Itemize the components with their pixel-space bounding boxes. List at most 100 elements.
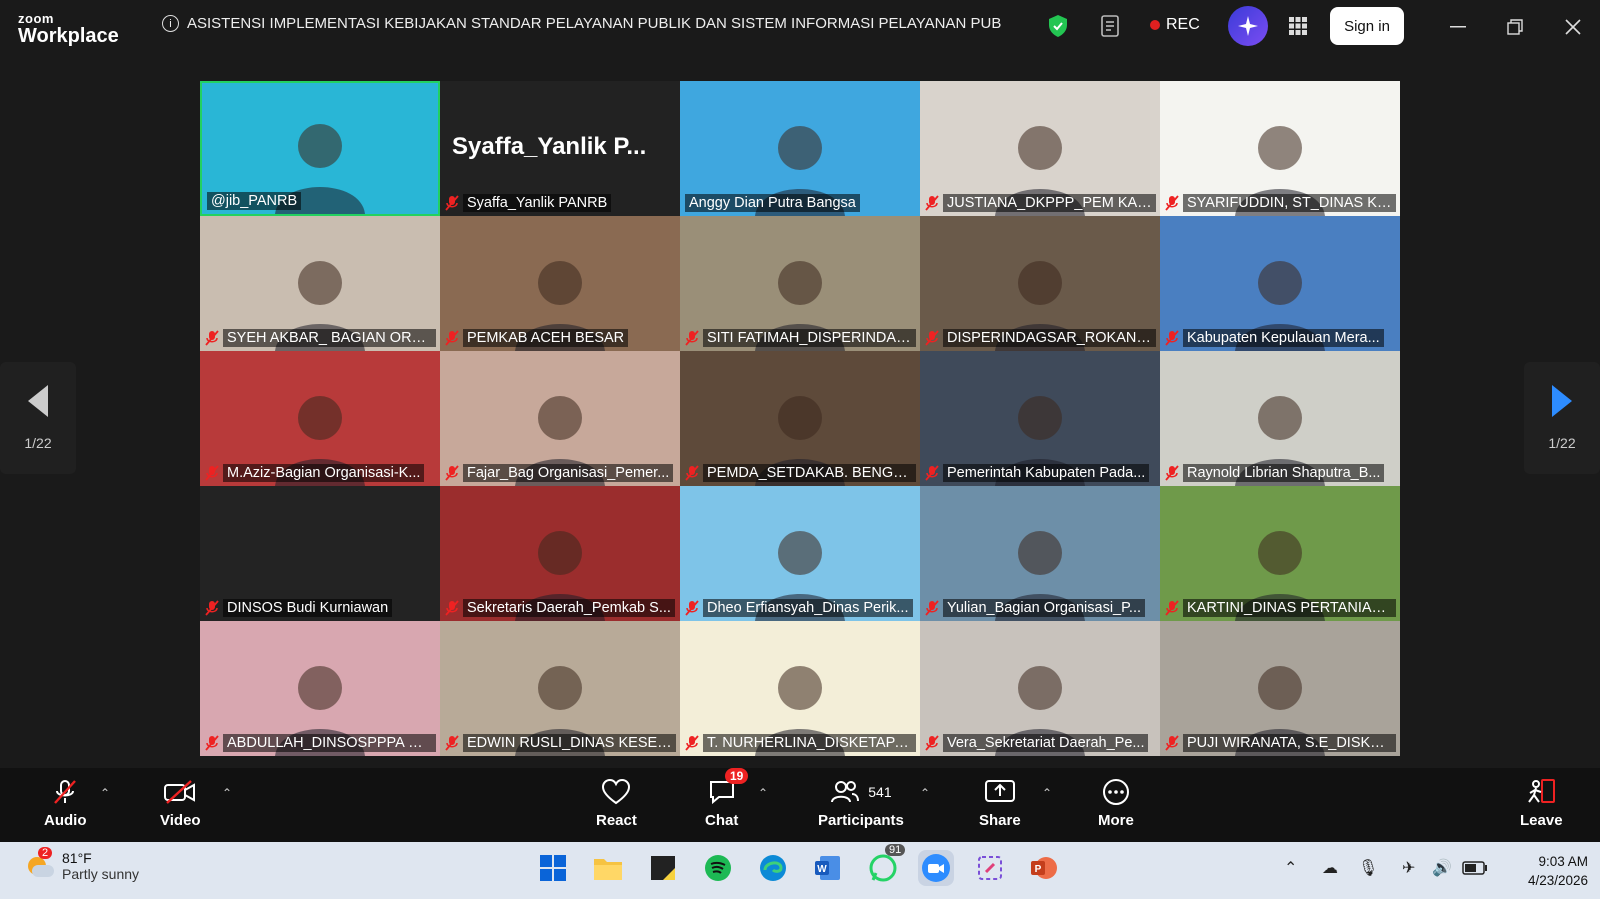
participant-tile[interactable]: SYEH AKBAR_ BAGIAN ORG... [200,216,440,351]
system-clock[interactable]: 9:03 AM 4/23/2026 [1508,852,1588,890]
participant-tile[interactable]: Yulian_Bagian Organisasi_P... [920,486,1160,621]
participant-tile[interactable]: DISPERINDAGSAR_ROKAN H... [920,216,1160,351]
apps-grid-icon[interactable] [1284,12,1312,40]
ai-companion-button[interactable] [1228,6,1268,46]
mic-muted-icon [54,780,77,804]
participant-name-bar: EDWIN RUSLI_DINAS KESEH... [445,734,676,752]
title-bar: zoom Workplace i ASISTENSI IMPLEMENTASI … [0,0,1600,54]
video-options-caret-icon[interactable]: ⌃ [222,786,232,800]
notes-icon[interactable] [1096,12,1124,40]
participant-name: Raynold Librian Shaputra_B... [1183,464,1385,482]
participant-tile[interactable]: EDWIN RUSLI_DINAS KESEH... [440,621,680,756]
audio-options-caret-icon[interactable]: ⌃ [100,786,110,800]
logo-line1: zoom [18,11,54,26]
svg-text:W: W [817,864,827,875]
next-page-button[interactable]: 1/22 [1524,362,1600,474]
page-indicator-right: 1/22 [1548,435,1576,451]
meeting-title-text: ASISTENSI IMPLEMENTASI KEBIJAKAN STANDAR… [187,15,1002,32]
participant-tile[interactable]: JUSTIANA_DKPPP_PEM KAP ... [920,81,1160,216]
whatsapp-icon[interactable]: 91 [865,844,906,886]
participant-name: SYEH AKBAR_ BAGIAN ORG... [223,329,436,347]
participant-tile[interactable]: Anggy Dian Putra Bangsa [680,81,920,216]
sign-in-button[interactable]: Sign in [1330,7,1404,45]
leave-button[interactable]: Leave [1520,778,1563,829]
zoom-taskbar-icon[interactable] [918,850,954,886]
mic-muted-icon [685,330,699,346]
prev-page-button[interactable]: 1/22 [0,362,76,474]
participant-tile[interactable]: PUJI WIRANATA, S.E_DISKOP... [1160,621,1400,756]
participant-tile[interactable]: @jib_PANRB [200,81,440,216]
close-icon[interactable] [1560,14,1586,40]
sparkle-icon [1238,16,1258,36]
participants-options-caret-icon[interactable]: ⌃ [920,786,930,800]
meeting-title[interactable]: i ASISTENSI IMPLEMENTASI KEBIJAKAN STAND… [162,15,1002,32]
react-button[interactable]: React [596,778,637,829]
whatsapp-badge: 91 [885,844,906,856]
participant-tile[interactable]: Syaffa_Yanlik P... Syaffa_Yanlik PANRB [440,81,680,216]
mic-muted-icon [445,195,459,211]
volume-icon[interactable]: 🔊 [1432,858,1452,878]
participant-tile[interactable]: ABDULLAH_DINSOSPPPA KA... [200,621,440,756]
recording-indicator[interactable]: REC [1150,16,1200,34]
participant-tile[interactable]: Raynold Librian Shaputra_B... [1160,351,1400,486]
participant-name: DINSOS Budi Kurniawan [223,599,393,617]
clock-date: 4/23/2026 [1527,873,1588,888]
edge-icon[interactable] [755,850,791,886]
chat-unread-badge: 19 [725,768,749,784]
powerpoint-icon[interactable]: P [1026,850,1062,886]
chat-button[interactable]: Chat [705,778,738,829]
participant-tile[interactable]: Kabupaten Kepulauan Mera... [1160,216,1400,351]
participant-tile[interactable]: Vera_Sekretariat Daerah_Pe... [920,621,1160,756]
participant-tile[interactable]: Pemerintah Kabupaten Pada... [920,351,1160,486]
spotify-icon[interactable] [700,850,736,886]
share-button[interactable]: Share [979,778,1021,829]
logo-line2: Workplace [18,25,119,47]
participant-tile[interactable]: Sekretaris Daerah_Pemkab S... [440,486,680,621]
leave-label: Leave [1520,812,1563,829]
snipping-tool-icon[interactable] [972,850,1008,886]
file-explorer-icon[interactable] [590,850,626,886]
cloud-offline-icon[interactable]: ☁ [1322,858,1338,878]
participant-tile[interactable]: SYARIFUDDIN, ST_DINAS KE... [1160,81,1400,216]
info-icon[interactable]: i [162,15,179,32]
chat-options-caret-icon[interactable]: ⌃ [758,786,768,800]
participant-tile[interactable]: Fajar_Bag Organisasi_Pemer... [440,351,680,486]
participant-tile[interactable]: SITI FATIMAH_DISPERINDAG... [680,216,920,351]
restore-icon[interactable] [1502,14,1528,40]
participant-tile[interactable]: Dheo Erfiansyah_Dinas Perik... [680,486,920,621]
participant-tile[interactable]: PEMKAB ACEH BESAR [440,216,680,351]
participant-tile[interactable]: M.Aziz-Bagian Organisasi-K... [200,351,440,486]
minimize-icon[interactable] [1445,14,1471,40]
participant-tile[interactable]: DINSOS Budi Kurniawan [200,486,440,621]
participant-name-bar: Yulian_Bagian Organisasi_P... [925,599,1156,617]
shield-icon[interactable] [1044,12,1072,40]
more-button[interactable]: More [1098,778,1134,829]
participant-name-bar: Pemerintah Kabupaten Pada... [925,464,1156,482]
mic-tray-icon[interactable]: 🎙 [1358,858,1378,878]
network-icon[interactable]: ✈ [1402,858,1415,878]
word-icon[interactable]: W [810,850,846,886]
mic-muted-icon [205,600,219,616]
participant-name-bar: DINSOS Budi Kurniawan [205,599,436,617]
participant-tile[interactable]: T. NURHERLINA_DISKETAPA... [680,621,920,756]
participant-tile[interactable]: KARTINI_DINAS PERTANIAN ... [1160,486,1400,621]
participant-name-bar: PEMDA_SETDAKAB. BENGK... [685,464,916,482]
windows-start-icon[interactable] [535,850,571,886]
mic-muted-icon [1165,735,1179,751]
tray-chevron-up-icon[interactable]: ⌃ [1284,858,1297,878]
mic-muted-icon [925,600,939,616]
share-options-caret-icon[interactable]: ⌃ [1042,786,1052,800]
audio-button[interactable]: Audio [44,778,87,829]
participant-name-bar: Syaffa_Yanlik PANRB [445,194,676,212]
participants-button[interactable]: 541 Participants [818,778,904,829]
participant-name-bar: Fajar_Bag Organisasi_Pemer... [445,464,676,482]
battery-icon[interactable] [1462,861,1488,880]
participant-name: Pemerintah Kabupaten Pada... [943,464,1150,482]
weather-widget[interactable]: 2 81°F Partly sunny [24,847,139,882]
sticky-notes-icon[interactable] [645,850,681,886]
participants-icon [831,781,860,803]
participant-name: Syaffa_Yanlik PANRB [463,194,612,212]
video-button[interactable]: Video [160,778,201,829]
video-off-icon [164,780,196,804]
participant-tile[interactable]: PEMDA_SETDAKAB. BENGK... [680,351,920,486]
